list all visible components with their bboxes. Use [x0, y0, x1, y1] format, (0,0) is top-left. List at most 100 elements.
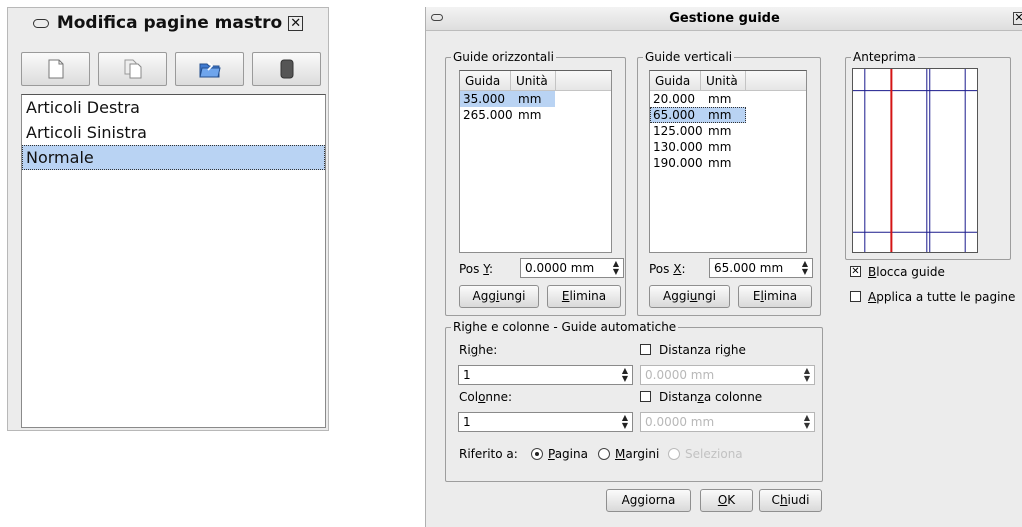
rows-value: 1: [463, 368, 471, 382]
column-header-guide[interactable]: Guida: [460, 71, 511, 91]
close-button[interactable]: Chiudi: [759, 489, 822, 512]
reference-margins-label[interactable]: Margini: [615, 446, 659, 462]
duplicate-page-button[interactable]: [98, 52, 167, 86]
horizontal-guides-table[interactable]: Guida Unità 35.000 mm 265.000 mm: [459, 70, 612, 253]
column-gap-value: 0.0000 mm: [645, 415, 715, 429]
new-page-button[interactable]: [21, 52, 90, 86]
ok-button[interactable]: OK: [700, 489, 753, 512]
delete-page-button[interactable]: [252, 52, 321, 86]
table-row[interactable]: 265.000 mm: [460, 107, 611, 123]
master-pages-list[interactable]: Articoli Destra Articoli Sinistra Normal…: [21, 94, 326, 428]
preview-canvas: [853, 69, 977, 252]
table-row[interactable]: 65.000 mm: [650, 107, 746, 123]
group-title: Anteprima: [851, 50, 918, 64]
cell-value: 35.000: [460, 91, 515, 107]
horizontal-guides-group: Guide orizzontali Guida Unità 35.000 mm …: [445, 50, 626, 316]
table-row[interactable]: 35.000 mm: [460, 91, 611, 107]
master-pages-window: Modifica pagine mastro ✕ Articoli Destra…: [7, 7, 329, 431]
pos-y-label: Pos Y:: [459, 262, 494, 276]
new-page-icon: [48, 59, 63, 79]
cell-value: 20.000: [653, 92, 695, 106]
import-page-button[interactable]: [175, 52, 244, 86]
table-row[interactable]: 125.000 mm: [650, 123, 806, 139]
rows-spinbox[interactable]: 1 ▲ ▼: [458, 365, 633, 385]
guides-titlebar: Gestione guide ✕: [426, 7, 1022, 31]
lock-guides-label[interactable]: Blocca guide: [868, 264, 945, 280]
column-header-unit[interactable]: Unità: [511, 71, 556, 91]
shade-icon[interactable]: [32, 18, 49, 28]
cell-unit: mm: [708, 92, 732, 106]
cell-value: 190.000: [653, 156, 703, 170]
close-icon[interactable]: ✕: [288, 15, 304, 31]
cell-value: 65.000: [650, 107, 705, 123]
row-gap-checkbox[interactable]: [640, 344, 651, 355]
reference-page-radio[interactable]: [531, 448, 543, 460]
cell-unit: mm: [708, 156, 732, 170]
column-header-guide[interactable]: Guida: [650, 71, 701, 91]
page-preview: [852, 68, 978, 253]
group-title: Guide verticali: [643, 50, 735, 64]
delete-horizontal-guide-button[interactable]: Elimina: [547, 285, 621, 308]
reference-selection-radio: [668, 448, 680, 460]
preview-group: Anteprima: [845, 50, 1011, 260]
table-header: Guida Unità: [460, 71, 611, 91]
cell-unit: mm: [518, 108, 542, 122]
table-row[interactable]: 20.000 mm: [650, 91, 806, 107]
column-gap-label[interactable]: Distanza colonne: [659, 389, 762, 405]
duplicate-page-icon: [124, 59, 141, 79]
group-title: Righe e colonne - Guide automatiche: [451, 320, 679, 334]
delete-vertical-guide-button[interactable]: Elimina: [738, 285, 812, 308]
reference-label: Riferito a:: [459, 447, 518, 461]
master-pages-title: Modifica pagine mastro: [56, 13, 283, 33]
list-item[interactable]: Articoli Destra: [22, 95, 325, 120]
master-pages-toolbar: [21, 52, 321, 86]
guides-title: Gestione guide: [669, 11, 780, 26]
auto-guides-group: Righe e colonne - Guide automatiche Righ…: [445, 320, 823, 482]
reference-page-label[interactable]: Pagina: [548, 446, 588, 462]
master-pages-titlebar: Modifica pagine mastro ✕: [8, 8, 328, 38]
columns-spinbox[interactable]: 1 ▲ ▼: [458, 412, 633, 432]
cell-value: 130.000: [653, 140, 703, 154]
close-icon[interactable]: ✕: [1013, 12, 1022, 25]
lock-guides-checkbox[interactable]: ✕: [850, 266, 861, 277]
column-gap-checkbox[interactable]: [640, 391, 651, 402]
cell-unit: mm: [515, 91, 555, 107]
spin-arrows-icon[interactable]: ▲ ▼: [801, 414, 813, 430]
cell-value: 125.000: [653, 124, 703, 138]
table-row[interactable]: 190.000 mm: [650, 155, 806, 171]
cell-unit: mm: [705, 107, 746, 123]
row-gap-spinbox[interactable]: 0.0000 mm ▲ ▼: [640, 365, 815, 385]
spin-arrows-icon[interactable]: ▲ ▼: [610, 260, 622, 276]
columns-value: 1: [463, 415, 471, 429]
spin-arrows-icon[interactable]: ▲ ▼: [619, 367, 631, 383]
pos-y-spinbox[interactable]: 0.0000 mm ▲ ▼: [520, 258, 624, 278]
spin-arrows-icon[interactable]: ▲ ▼: [799, 260, 811, 276]
add-vertical-guide-button[interactable]: Aggiungi: [649, 285, 730, 308]
reference-margins-radio[interactable]: [598, 448, 610, 460]
apply-all-pages-checkbox[interactable]: [850, 291, 861, 302]
cell-unit: mm: [708, 140, 732, 154]
vertical-guides-group: Guide verticali Guida Unità 20.000 mm 65…: [637, 50, 821, 316]
column-header-unit[interactable]: Unità: [701, 71, 746, 91]
import-page-icon: [198, 61, 221, 78]
column-gap-spinbox[interactable]: 0.0000 mm ▲ ▼: [640, 412, 815, 432]
rows-label: Righe:: [459, 343, 498, 357]
update-button[interactable]: Aggiorna: [606, 489, 691, 512]
list-item-selected[interactable]: Normale: [22, 145, 325, 170]
row-gap-label[interactable]: Distanza righe: [659, 342, 746, 358]
add-horizontal-guide-button[interactable]: Aggiungi: [459, 285, 539, 308]
spin-arrows-icon[interactable]: ▲ ▼: [801, 367, 813, 383]
cell-unit: mm: [708, 124, 732, 138]
columns-label: Colonne:: [459, 390, 513, 404]
vertical-guides-table[interactable]: Guida Unità 20.000 mm 65.000 mm 125.000 …: [649, 70, 807, 253]
group-title: Guide orizzontali: [451, 50, 556, 64]
apply-all-pages-label[interactable]: Applica a tutte le pagine: [868, 289, 1015, 305]
table-header: Guida Unità: [650, 71, 806, 91]
pos-x-value: 65.000 mm: [714, 261, 784, 275]
spin-arrows-icon[interactable]: ▲ ▼: [619, 414, 631, 430]
guides-dialog: Gestione guide ✕ Guide orizzontali Guida…: [425, 7, 1022, 527]
reference-selection-label: Seleziona: [685, 447, 743, 461]
table-row[interactable]: 130.000 mm: [650, 139, 806, 155]
list-item[interactable]: Articoli Sinistra: [22, 120, 325, 145]
pos-x-spinbox[interactable]: 65.000 mm ▲ ▼: [709, 258, 813, 278]
